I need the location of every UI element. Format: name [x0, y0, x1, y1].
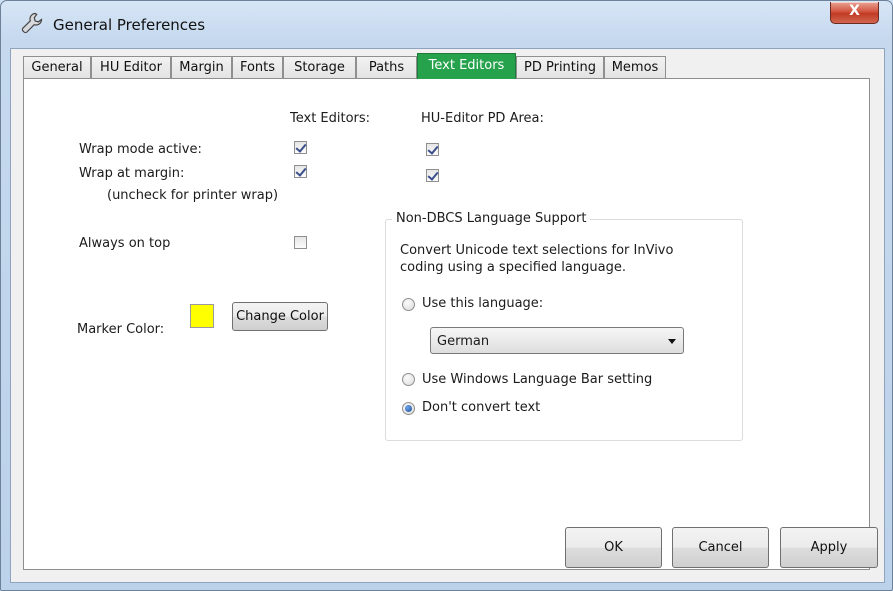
apply-button[interactable]: Apply [780, 527, 878, 568]
language-description-line2: coding using a specified language. [400, 260, 626, 275]
ok-button[interactable]: OK [565, 527, 662, 568]
tab-storage[interactable]: Storage [283, 56, 356, 78]
dont-convert-radio[interactable] [402, 402, 415, 415]
chevron-down-icon [668, 339, 676, 344]
tab-fonts[interactable]: Fonts [232, 56, 283, 78]
wrap-mode-hu-editor-checkbox[interactable] [426, 143, 439, 156]
title-bar[interactable]: General Preferences X [1, 1, 892, 45]
tab-pd-printing[interactable]: PD Printing [516, 56, 604, 78]
window-title: General Preferences [53, 16, 206, 34]
wrap-margin-text-editors-checkbox[interactable] [294, 165, 307, 178]
tab-margin[interactable]: Margin [171, 56, 232, 78]
marker-color-label: Marker Color: [77, 322, 165, 337]
wrench-icon [21, 12, 43, 34]
cancel-button[interactable]: Cancel [672, 527, 769, 568]
tab-general[interactable]: General [23, 56, 91, 78]
use-windows-language-radio[interactable] [402, 373, 415, 386]
use-windows-language-label[interactable]: Use Windows Language Bar setting [422, 372, 652, 387]
wrap-margin-hint: (uncheck for printer wrap) [107, 188, 279, 203]
group-title: Non-DBCS Language Support [392, 211, 591, 226]
marker-color-swatch [190, 304, 214, 328]
wrap-margin-hu-editor-checkbox[interactable] [426, 169, 439, 182]
preferences-window: General Preferences X General HU Editor … [0, 0, 893, 591]
language-dropdown-value: German [437, 334, 490, 349]
tab-memos[interactable]: Memos [604, 56, 666, 78]
always-on-top-label: Always on top [79, 236, 171, 251]
wrap-margin-label: Wrap at margin: [79, 166, 185, 181]
change-color-button[interactable]: Change Color [232, 302, 328, 331]
column-header-text-editors: Text Editors: [290, 111, 371, 126]
use-language-radio[interactable] [402, 298, 415, 311]
dont-convert-label[interactable]: Don't convert text [422, 400, 540, 415]
text-editors-panel: Text Editors: HU-Editor PD Area: Wrap mo… [23, 78, 870, 570]
use-language-label[interactable]: Use this language: [422, 296, 543, 311]
tab-paths[interactable]: Paths [356, 56, 417, 78]
always-on-top-checkbox[interactable] [294, 236, 307, 249]
close-button[interactable]: X [830, 2, 879, 24]
language-dropdown[interactable]: German [430, 327, 684, 354]
wrap-mode-label: Wrap mode active: [79, 142, 202, 157]
wrap-mode-text-editors-checkbox[interactable] [294, 141, 307, 154]
language-description-line1: Convert Unicode text selections for InVi… [400, 243, 674, 258]
language-support-group: Non-DBCS Language Support Convert Unicod… [385, 211, 743, 441]
column-header-hu-editor: HU-Editor PD Area: [421, 111, 544, 126]
tab-text-editors[interactable]: Text Editors [417, 53, 516, 79]
dialog-client: General HU Editor Margin Fonts Storage P… [10, 48, 885, 583]
tab-hu-editor[interactable]: HU Editor [91, 56, 171, 78]
